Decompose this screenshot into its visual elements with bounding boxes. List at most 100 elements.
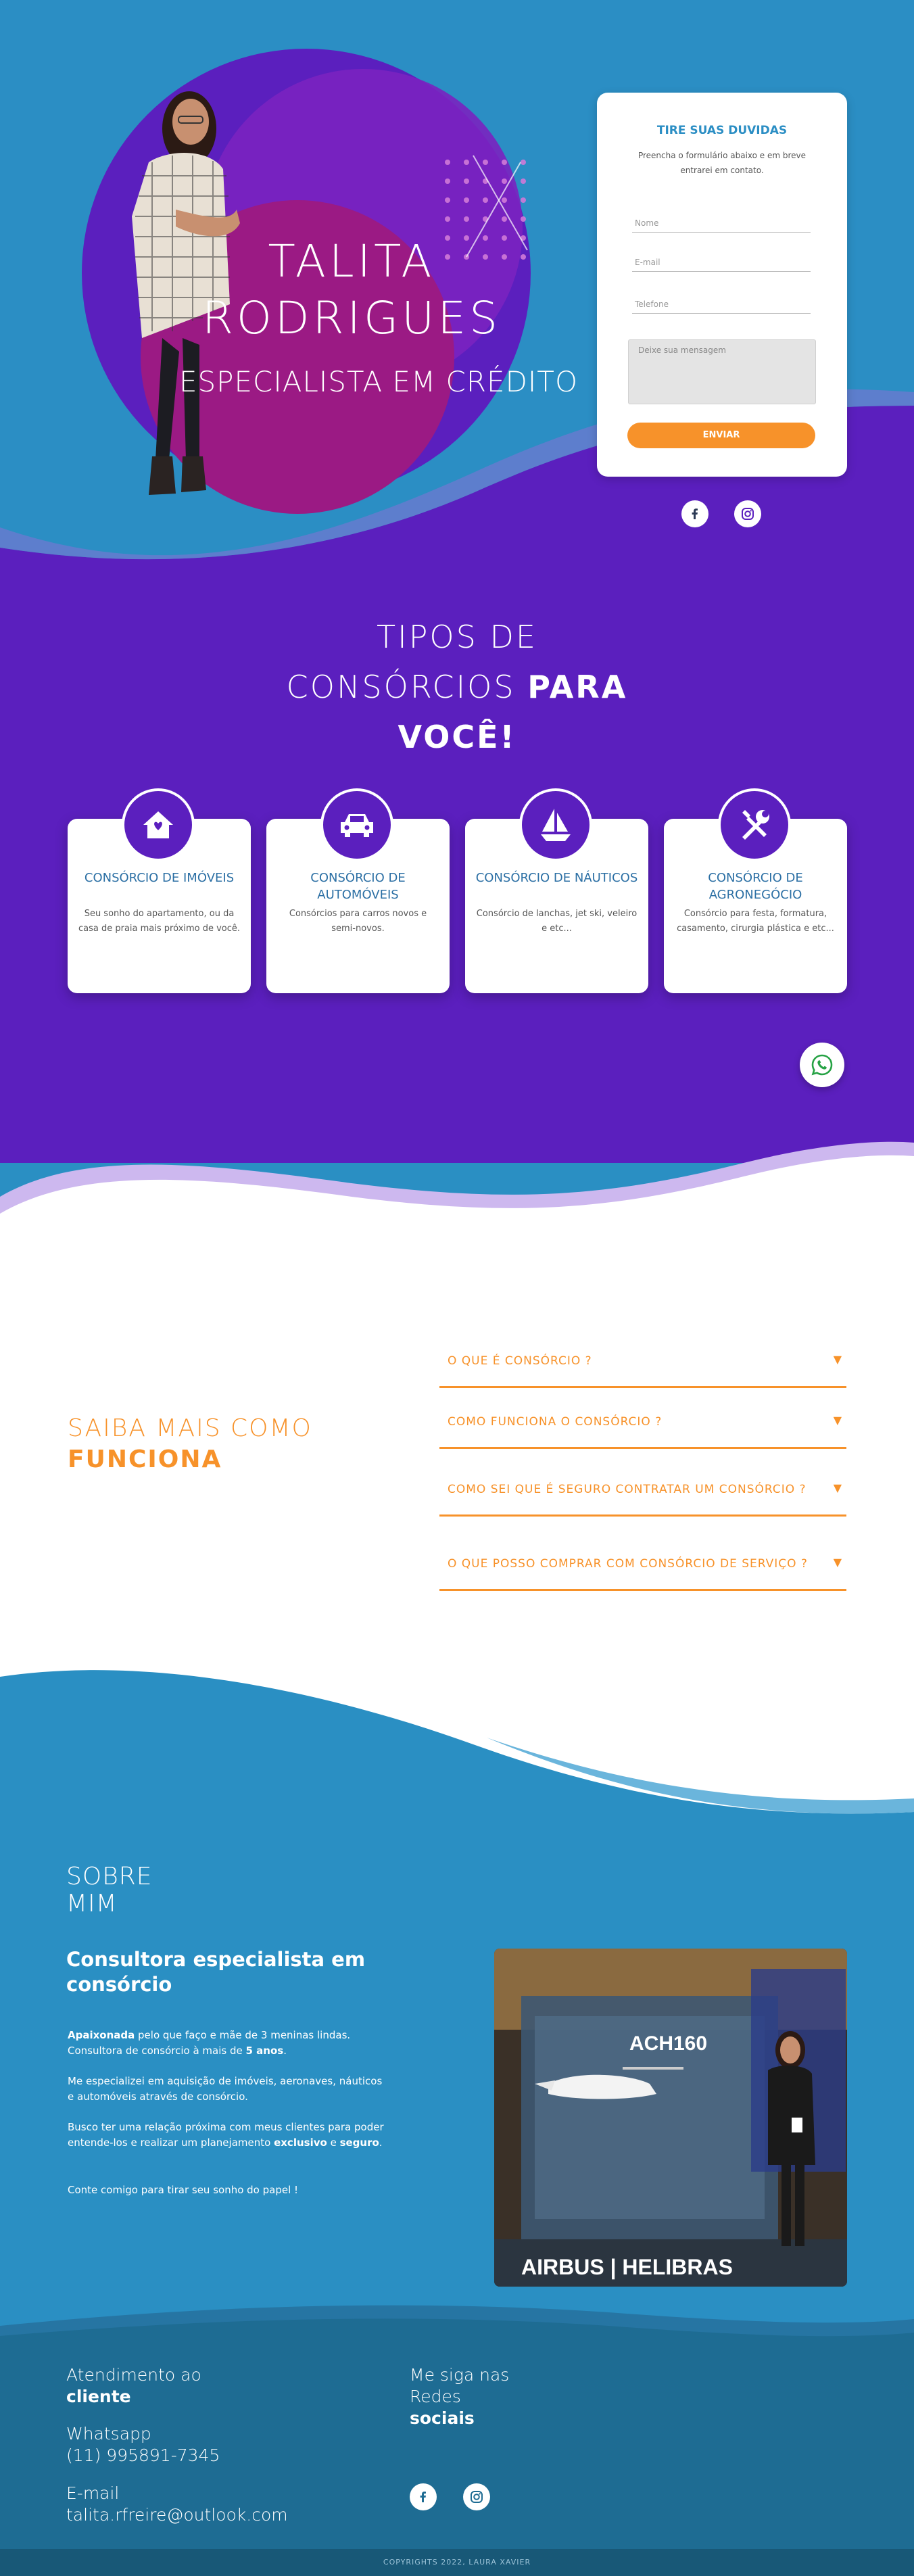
instagram-link-hero[interactable] <box>734 500 761 527</box>
whatsapp-floating-button[interactable] <box>800 1043 844 1087</box>
facebook-icon <box>692 508 698 519</box>
footer-follow-line1: Me siga nas <box>410 2365 510 2385</box>
name-field[interactable]: Nome <box>632 216 811 233</box>
card-automoveis[interactable]: CONSÓRCIO DE AUTOMÓVEIS Consórcios para … <box>266 788 450 993</box>
faq-heading-line1: SAIBA MAIS COMO <box>68 1414 312 1442</box>
card-icon-circle <box>320 788 393 861</box>
about-bold-text: exclusivo <box>274 2137 327 2149</box>
about-text: pelo que faço e mãe de 3 meninas lindas. <box>135 2029 351 2041</box>
footer-service-bold: cliente <box>66 2386 201 2408</box>
photo-sign-text: ACH160 <box>629 2032 707 2055</box>
footer-follow: Me siga nas Redes sociais <box>410 2364 509 2429</box>
card-description: Consórcio de lanchas, jet ski, veleiro e… <box>476 909 638 934</box>
about-subtitle: Consultora especialista em consórcio <box>66 1948 366 1996</box>
footer-follow-line2: Redes <box>410 2387 461 2406</box>
faq-item-how-works[interactable]: COMO FUNCIONA O CONSÓRCIO ? ▼ <box>439 1414 846 1449</box>
types-title: TIPOS DE CONSÓRCIOS PARA VOCÊ! <box>254 612 660 762</box>
about-bold-text: Apaixonada <box>68 2029 135 2041</box>
faq-item-what-is[interactable]: O QUE É CONSÓRCIO ? ▼ <box>439 1353 846 1388</box>
facebook-icon <box>420 2491 426 2502</box>
footer-follow-bold: sociais <box>410 2408 475 2428</box>
footer-service-label: Atendimento ao <box>66 2365 201 2385</box>
about-paragraph-4: Conte comigo para tirar seu sonho do pap… <box>68 2184 299 2196</box>
instagram-icon <box>471 2491 483 2503</box>
about-paragraph-1: Apaixonada pelo que faço e mãe de 3 meni… <box>68 2028 385 2059</box>
about-heading: SOBRE MIM <box>66 1863 153 1917</box>
about-text: Consultora de consórcio à mais de <box>68 2045 246 2057</box>
house-icon <box>143 811 173 838</box>
about-photo: ACH160 AIRBUS | HELIBRAS <box>494 1949 847 2287</box>
email-field[interactable]: E-mail <box>632 255 811 272</box>
card-description: Consórcios para carros novos e semi-novo… <box>289 909 427 934</box>
faq-item-label: COMO SEI QUE É SEGURO CONTRATAR UM CONSÓ… <box>448 1483 807 1496</box>
hero-subtitle: ESPECIALISTA EM CRÉDITO <box>178 365 579 398</box>
card-description: Seu sonho do apartamento, ou da casa de … <box>78 909 240 934</box>
instagram-icon <box>742 508 754 520</box>
card-title: CONSÓRCIO DE IMÓVEIS <box>84 871 235 885</box>
card-icon-circle <box>718 788 791 861</box>
footer-whatsapp-label: Whatsapp <box>66 2424 151 2443</box>
card-nauticos[interactable]: CONSÓRCIO DE NÁUTICOS Consórcio de lanch… <box>465 788 648 993</box>
types-title-line2-normal: CONSÓRCIOS <box>286 669 528 705</box>
types-title-line3: VOCÊ! <box>254 712 660 762</box>
card-title: CONSÓRCIO DE AGRONEGÓCIO <box>708 871 803 902</box>
chevron-down-icon: ▼ <box>833 1414 842 1427</box>
footer-whatsapp-number[interactable]: (11) 995891-7345 <box>66 2445 220 2466</box>
about-text: e <box>327 2137 340 2149</box>
hero-title-last-name: RODRIGUES <box>202 292 501 344</box>
card-icon-circle <box>519 788 592 861</box>
footer-service-bold-text: cliente <box>66 2387 131 2406</box>
faq-top-wave <box>0 1141 914 1231</box>
faq-item-label: O QUE POSSO COMPRAR COM CONSÓRCIO DE SER… <box>448 1557 808 1571</box>
faq-heading-line2: FUNCIONA <box>68 1444 312 1475</box>
about-heading-line2: MIM <box>66 1890 118 1917</box>
card-agronegocio[interactable]: CONSÓRCIO DE AGRONEGÓCIO Consórcio para … <box>664 788 847 993</box>
about-paragraph-3: Busco ter uma relação próxima com meus c… <box>68 2120 385 2151</box>
card-title: CONSÓRCIO DE NÁUTICOS <box>475 871 638 885</box>
whatsapp-icon <box>811 1054 833 1076</box>
car-icon <box>341 814 373 837</box>
footer-email-label: E-mail <box>66 2483 120 2503</box>
footer-whatsapp: Whatsapp (11) 995891-7345 <box>66 2423 220 2466</box>
instagram-link-footer[interactable] <box>463 2483 490 2510</box>
card-icon-circle <box>122 788 195 861</box>
hero-title-first-name: TALITA <box>268 235 435 287</box>
message-textarea[interactable]: Deixe sua mensagem <box>628 339 816 404</box>
chevron-down-icon: ▼ <box>833 1353 842 1366</box>
faq-heading: SAIBA MAIS COMO FUNCIONA <box>68 1413 312 1475</box>
about-heading-line1: SOBRE <box>66 1863 153 1890</box>
about-top-wave <box>0 1636 914 1826</box>
faq-item-label: COMO FUNCIONA O CONSÓRCIO ? <box>448 1415 663 1429</box>
types-title-line2-bold: PARA <box>527 669 628 705</box>
facebook-link-hero[interactable] <box>681 500 708 527</box>
contact-form-title: TIRE SUAS DUVIDAS <box>656 124 788 137</box>
contact-form-card: TIRE SUAS DUVIDAS Preencha o formulário … <box>597 93 847 477</box>
about-paragraph-2: Me especializei em aquisição de imóveis,… <box>68 2075 383 2103</box>
about-bold-text: 5 anos <box>245 2045 284 2057</box>
types-title-line1: TIPOS DE <box>377 619 537 655</box>
card-imoveis[interactable]: CONSÓRCIO DE IMÓVEIS Seu sonho do aparta… <box>68 788 251 993</box>
card-title: CONSÓRCIO DE AUTOMÓVEIS <box>310 871 406 902</box>
copyright-bar: COPYRIGHTS 2022, LAURA XAVIER <box>0 2549 914 2576</box>
submit-button[interactable]: ENVIAR <box>627 423 815 448</box>
footer-top-wave <box>0 2305 914 2353</box>
photo-banner-text: AIRBUS | HELIBRAS <box>521 2255 733 2279</box>
about-photo-illustration: ACH160 AIRBUS | HELIBRAS <box>494 1949 847 2287</box>
footer-service: Atendimento ao cliente <box>66 2364 201 2408</box>
faq-item-is-safe[interactable]: COMO SEI QUE É SEGURO CONTRATAR UM CONSÓ… <box>439 1481 846 1517</box>
footer-email-value[interactable]: talita.rfreire@outlook.com <box>66 2504 288 2526</box>
phone-field[interactable]: Telefone <box>632 297 811 314</box>
chevron-down-icon: ▼ <box>833 1556 842 1569</box>
types-title-line3-bold: VOCÊ! <box>398 719 516 755</box>
tools-icon <box>742 810 769 840</box>
footer-email: E-mail talita.rfreire@outlook.com <box>66 2483 288 2526</box>
chevron-down-icon: ▼ <box>833 1481 842 1494</box>
facebook-link-footer[interactable] <box>410 2483 437 2510</box>
contact-form-description: Preencha o formulário abaixo e em breve … <box>638 151 807 175</box>
hero-title: TALITA RODRIGUES <box>169 233 534 347</box>
about-text: . <box>283 2045 287 2057</box>
sailboat-icon <box>541 809 571 841</box>
card-description: Consórcio para festa, formatura, casamen… <box>677 909 834 934</box>
faq-item-what-buy[interactable]: O QUE POSSO COMPRAR COM CONSÓRCIO DE SER… <box>439 1556 846 1591</box>
about-text: . <box>379 2137 383 2149</box>
